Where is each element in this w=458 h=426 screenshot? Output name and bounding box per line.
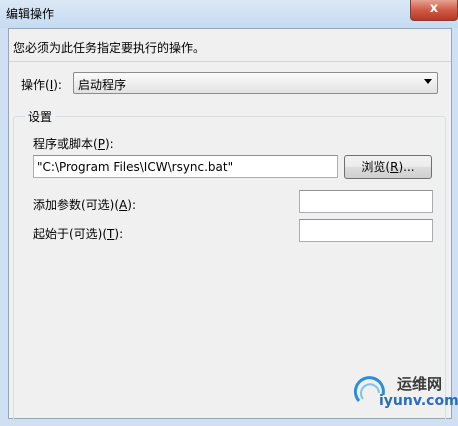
arguments-label: 添加参数(可选)(A): xyxy=(33,198,136,212)
title-bar: 编辑操作 x xyxy=(0,0,458,28)
start-in-input[interactable] xyxy=(299,219,433,242)
start-in-label: 起始于(可选)(T): xyxy=(33,227,124,241)
program-label: 程序或脚本(P): xyxy=(33,137,114,151)
settings-group-title: 设置 xyxy=(25,108,56,125)
action-label: 操作(I): xyxy=(21,78,62,92)
watermark: 运维网 iyunv.com xyxy=(351,371,458,415)
action-select-value: 启动程序 xyxy=(78,78,127,92)
watermark-en: iyunv.com xyxy=(379,393,458,409)
chevron-down-icon xyxy=(424,79,432,84)
divider xyxy=(9,61,451,62)
action-select[interactable]: 启动程序 xyxy=(73,72,438,94)
program-input[interactable]: "C:\Program Files\ICW\rsync.bat" xyxy=(33,155,338,178)
window-title: 编辑操作 xyxy=(6,7,55,21)
watermark-cn: 运维网 xyxy=(397,375,443,393)
instruction-text: 您必须为此任务指定要执行的操作。 xyxy=(13,41,206,55)
browse-button[interactable]: 浏览(R)... xyxy=(344,155,432,179)
close-button[interactable]: x xyxy=(410,0,458,21)
arguments-input[interactable] xyxy=(299,190,433,213)
program-input-value: "C:\Program Files\ICW\rsync.bat" xyxy=(37,160,234,174)
close-icon: x xyxy=(429,1,439,16)
dialog-body: 您必须为此任务指定要执行的操作。 操作(I): 启动程序 设置 程序或脚本(P)… xyxy=(8,28,452,426)
